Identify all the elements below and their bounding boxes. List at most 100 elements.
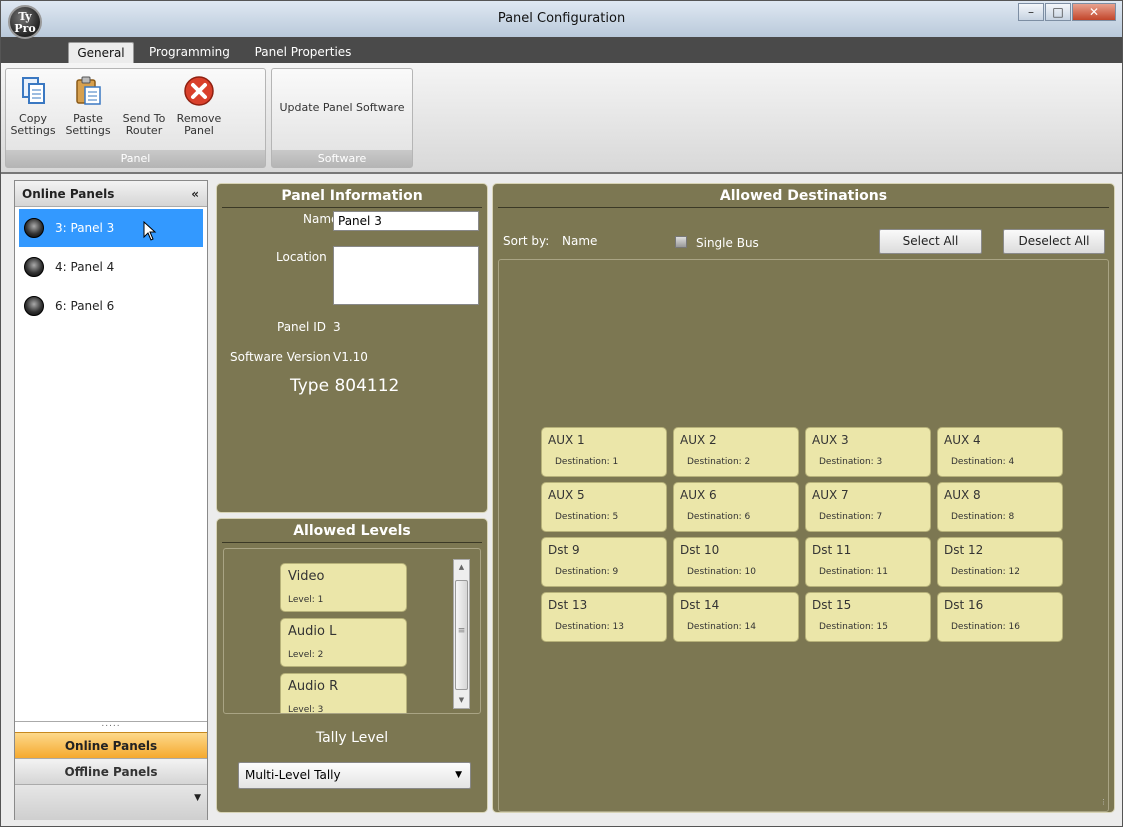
level-name: Video (288, 569, 325, 584)
title-bar: Panel Configuration – □ ✕ (1, 1, 1122, 37)
destination-card[interactable]: Dst 11 Destination: 11 (805, 537, 931, 587)
software-version-value: V1.10 (333, 350, 368, 364)
levels-scrollbar[interactable]: ▲ ≡ ▼ (453, 559, 470, 709)
nav-overflow-button[interactable]: ▼ (15, 784, 207, 820)
update-panel-software-button[interactable]: Update Panel Software (272, 101, 412, 114)
destination-name: Dst 14 (680, 598, 720, 612)
tally-level-value: Multi-Level Tally (245, 768, 341, 782)
ribbon-group-label: Panel (6, 150, 265, 167)
single-bus-checkbox[interactable] (675, 236, 687, 248)
destination-number: Destination: 9 (555, 567, 619, 577)
location-field[interactable] (333, 246, 479, 305)
send-to-router-button[interactable]: Send To Router (118, 75, 170, 137)
destinations-grid: AUX 1 Destination: 1 AUX 2 Destination: 2 … (498, 259, 1109, 812)
scroll-up-icon[interactable]: ▲ (454, 560, 469, 575)
destination-card[interactable]: AUX 8 Destination: 8 (937, 482, 1063, 532)
tab-panel-properties[interactable]: Panel Properties (253, 42, 353, 63)
destination-number: Destination: 7 (819, 512, 883, 522)
section-title: Allowed Destinations (498, 184, 1109, 208)
panel-status-icon (24, 257, 44, 277)
level-number: Level: 3 (288, 705, 324, 714)
destination-card[interactable]: Dst 10 Destination: 10 (673, 537, 799, 587)
destination-card[interactable]: AUX 3 Destination: 3 (805, 427, 931, 477)
deselect-all-button[interactable]: Deselect All (1003, 229, 1105, 254)
paste-icon (76, 76, 101, 105)
pane-title: Online Panels (22, 187, 115, 201)
destination-card[interactable]: Dst 13 Destination: 13 (541, 592, 667, 642)
destination-card[interactable]: Dst 14 Destination: 14 (673, 592, 799, 642)
destination-number: Destination: 10 (687, 567, 756, 577)
paste-settings-button[interactable]: Paste Settings (62, 75, 114, 137)
level-card[interactable]: Audio L Level: 2 (280, 618, 407, 667)
sort-by-value[interactable]: Name (562, 234, 597, 248)
nav-offline-panels-button[interactable]: Offline Panels (15, 758, 207, 784)
tally-level-dropdown[interactable]: Multi-Level Tally ▼ (238, 762, 471, 789)
ribbon-group-label: Software (272, 150, 412, 167)
remove-panel-button[interactable]: Remove Panel (174, 75, 224, 137)
section-title: Allowed Levels (222, 519, 482, 543)
destination-name: Dst 13 (548, 598, 588, 612)
paste-settings-label: Paste Settings (65, 112, 111, 137)
tally-level-label: Tally Level (315, 730, 389, 746)
sort-by-label: Sort by: (503, 234, 550, 248)
destination-name: Dst 15 (812, 598, 852, 612)
destination-number: Destination: 3 (819, 457, 883, 467)
destination-name: AUX 8 (944, 488, 981, 502)
destination-card[interactable]: Dst 9 Destination: 9 (541, 537, 667, 587)
destination-card[interactable]: AUX 6 Destination: 6 (673, 482, 799, 532)
level-card[interactable]: Audio R Level: 3 (280, 673, 407, 714)
single-bus-label: Single Bus (696, 236, 759, 250)
copy-icon (22, 77, 45, 104)
select-all-button[interactable]: Select All (879, 229, 982, 254)
destination-number: Destination: 2 (687, 457, 751, 467)
pane-header: Online Panels « (15, 181, 207, 207)
window-title: Panel Configuration (497, 11, 626, 26)
destination-number: Destination: 1 (555, 457, 619, 467)
destination-name: AUX 5 (548, 488, 585, 502)
remove-icon (184, 76, 214, 106)
destination-card[interactable]: AUX 7 Destination: 7 (805, 482, 931, 532)
ribbon-tab-bar: General Programming Panel Properties (1, 37, 1122, 63)
destination-card[interactable]: Dst 16 Destination: 16 (937, 592, 1063, 642)
destination-card[interactable]: AUX 5 Destination: 5 (541, 482, 667, 532)
scroll-thumb[interactable]: ≡ (455, 580, 468, 690)
collapse-icon[interactable]: « (191, 181, 199, 207)
destination-number: Destination: 14 (687, 622, 756, 632)
app-logo[interactable]: Ty Pro (8, 5, 42, 39)
software-version-label: Software Version (230, 350, 331, 364)
maximize-icon[interactable]: □ (1045, 3, 1071, 21)
panel-list-item[interactable]: 6: Panel 6 (19, 287, 203, 325)
remove-panel-label: Remove Panel (176, 112, 222, 137)
scroll-down-icon[interactable]: ▼ (454, 693, 469, 708)
level-card[interactable]: Video Level: 1 (280, 563, 407, 612)
destination-card[interactable]: Dst 12 Destination: 12 (937, 537, 1063, 587)
panel-list-item[interactable]: 3: Panel 3 (19, 209, 203, 247)
minimize-icon[interactable]: – (1018, 3, 1044, 21)
destination-card[interactable]: Dst 15 Destination: 15 (805, 592, 931, 642)
destination-name: AUX 4 (944, 433, 981, 447)
ribbon: Copy Settings Paste Settings Send To Rou… (1, 63, 1122, 174)
ribbon-group-panel: Copy Settings Paste Settings Send To Rou… (5, 68, 266, 168)
ribbon-group-software: Update Panel Software Software (271, 68, 413, 168)
panel-id-label: Panel ID (277, 320, 326, 334)
app-window: Panel Configuration – □ ✕ Ty Pro General… (0, 0, 1123, 827)
destination-number: Destination: 13 (555, 622, 624, 632)
nav-online-panels-button[interactable]: Online Panels (15, 732, 207, 758)
copy-settings-button[interactable]: Copy Settings (10, 75, 56, 137)
destination-card[interactable]: AUX 2 Destination: 2 (673, 427, 799, 477)
destination-number: Destination: 8 (951, 512, 1015, 522)
destination-card[interactable]: AUX 1 Destination: 1 (541, 427, 667, 477)
pane-splitter[interactable]: ..... (15, 720, 207, 729)
destination-name: AUX 6 (680, 488, 717, 502)
close-icon[interactable]: ✕ (1072, 3, 1116, 21)
panel-list-item[interactable]: 4: Panel 4 (19, 248, 203, 286)
tab-programming[interactable]: Programming (149, 42, 230, 63)
mouse-cursor-icon (143, 221, 157, 241)
destination-card[interactable]: AUX 4 Destination: 4 (937, 427, 1063, 477)
panel-status-icon (24, 218, 44, 238)
levels-list: Video Level: 1 Audio L Level: 2 Audio R … (223, 548, 481, 714)
destination-name: Dst 11 (812, 543, 852, 557)
tab-general[interactable]: General (68, 42, 134, 63)
resize-grip-icon[interactable]: ⋮ (1100, 798, 1110, 808)
name-field[interactable]: Panel 3 (333, 211, 479, 231)
